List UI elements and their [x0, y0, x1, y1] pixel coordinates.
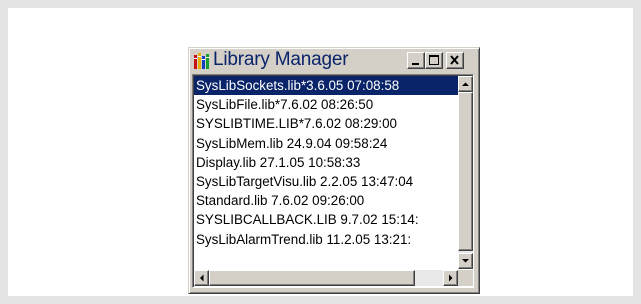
scroll-left-button[interactable]	[194, 270, 209, 286]
library-items: SysLibSockets.lib*3.6.05 07:08:58 SysLibF…	[194, 76, 458, 269]
close-button[interactable]	[446, 52, 464, 69]
library-list-item[interactable]: SysLibMem.lib 24.9.04 09:58:24	[194, 134, 458, 153]
library-list-item[interactable]: SYSLIBTIME.LIB*7.6.02 08:29:00	[194, 114, 458, 133]
library-list-item[interactable]: Standard.lib 7.6.02 09:26:00	[194, 191, 458, 210]
vertical-scroll-thumb[interactable]	[458, 92, 473, 251]
title-bar[interactable]: Library Manager	[192, 49, 476, 72]
arrow-up-icon	[462, 82, 469, 86]
library-list-item[interactable]: SysLibSockets.lib*3.6.05 07:08:58	[194, 76, 458, 96]
maximize-button[interactable]	[425, 52, 443, 69]
library-list-item[interactable]: SysLibAlarmTrend.lib 11.2.05 13:21:	[194, 230, 458, 249]
library-list-item[interactable]: Display.lib 27.1.05 10:58:33	[194, 153, 458, 172]
scroll-right-button[interactable]	[443, 270, 458, 286]
library-list-item[interactable]: SYSLIBCALLBACK.LIB 9.7.02 15:14:	[194, 210, 458, 229]
vertical-scrollbar[interactable]	[458, 76, 473, 269]
maximize-icon	[429, 55, 439, 65]
window-title: Library Manager	[213, 49, 349, 70]
horizontal-scrollbar[interactable]	[194, 270, 458, 286]
library-books-icon	[194, 53, 209, 69]
arrow-left-icon	[200, 274, 204, 282]
scroll-up-button[interactable]	[458, 76, 473, 92]
arrow-right-icon	[449, 274, 453, 282]
library-list-item[interactable]: SysLibFile.lib*7.6.02 08:26:50	[194, 95, 458, 114]
figure-frame: Library Manager SysLibSockets.lib*3.6.05…	[8, 8, 633, 296]
library-manager-window: Library Manager SysLibSockets.lib*3.6.05…	[188, 47, 480, 294]
minimize-button[interactable]	[407, 52, 425, 69]
close-icon	[450, 55, 459, 65]
minimize-icon	[412, 63, 419, 65]
horizontal-scroll-thumb[interactable]	[209, 270, 415, 286]
arrow-down-icon	[462, 259, 469, 263]
library-list[interactable]: SysLibSockets.lib*3.6.05 07:08:58 SysLibF…	[192, 74, 474, 288]
scrollbar-corner	[458, 270, 473, 286]
scroll-down-button[interactable]	[458, 253, 473, 269]
library-list-item[interactable]: SysLibTargetVisu.lib 2.2.05 13:47:04	[194, 172, 458, 191]
